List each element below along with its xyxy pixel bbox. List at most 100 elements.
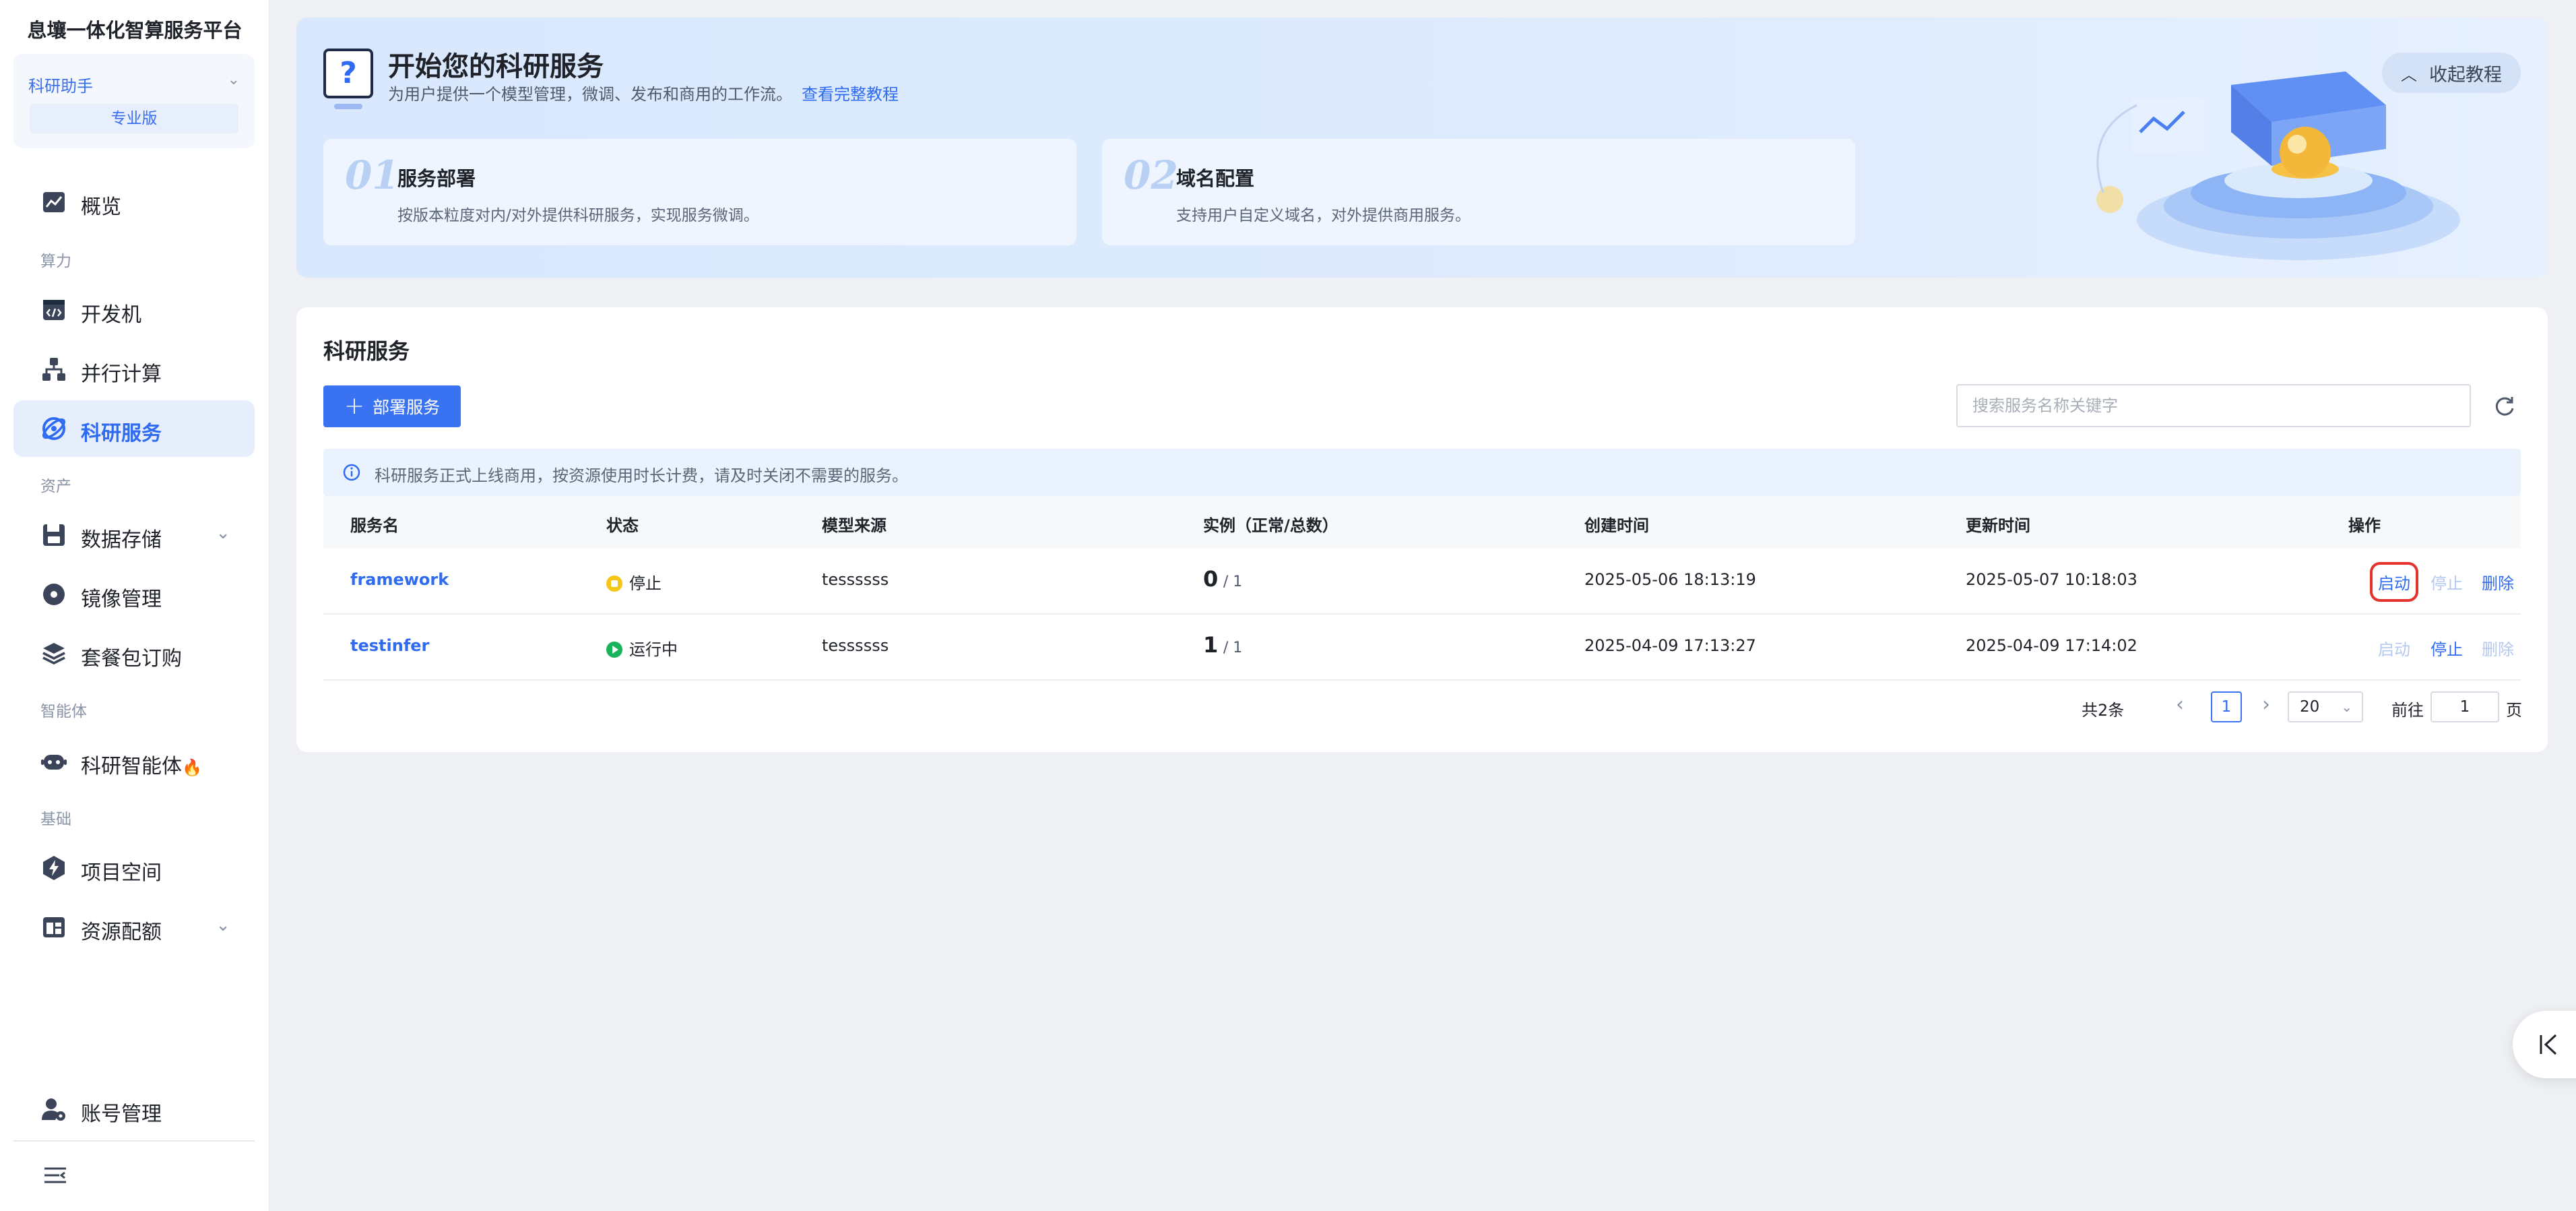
delete-button[interactable]: 删除 [2482,636,2514,660]
notice-text: 科研服务正式上线商用，按资源使用时长计费，请及时关闭不需要的服务。 [375,466,908,485]
assistant-name: 科研助手 [28,77,93,96]
prev-page-icon[interactable]: ‹ [2176,693,2184,716]
sidebar-item-research-service[interactable]: 科研服务 [13,400,255,457]
status-text: 运行中 [629,640,678,659]
quota-icon [43,917,65,937]
info-icon [343,464,360,481]
updated-time: 2025-04-09 17:14:02 [1966,636,2137,655]
start-button[interactable]: 启动 [2378,636,2410,660]
column-header: 服务名 [350,516,399,535]
sidebar-item-packages[interactable]: 套餐包订购 [13,625,255,682]
chevron-up-icon: ︿ [2401,65,2417,84]
model-source: tessssss [822,636,889,655]
floating-collapse-button[interactable] [2513,1011,2576,1078]
step-card-deploy: 01 服务部署 按版本粒度对内/对外提供科研服务，实现服务微调。 [323,139,1076,245]
sidebar-item-storage[interactable]: 数据存储 ⌄ [13,507,255,563]
sidebar-item-account[interactable]: 账号管理 [13,1081,255,1138]
goto-page-input[interactable] [2430,691,2499,722]
instance-count: 0 / 1 [1203,566,1242,592]
sidebar-item-label: 镜像管理 [81,588,162,611]
sidebar-item-label: 资源配额 [81,921,162,944]
collapse-menu-icon[interactable] [42,1162,69,1189]
sidebar-item-agent[interactable]: 科研智能体🔥 [13,733,255,790]
assistant-selector[interactable]: 科研助手 ⌄ 专业版 [13,54,255,148]
deploy-service-label: 部署服务 [373,398,441,417]
research-services-panel: 科研服务 + 部署服务 科研服务正式上线商用，按资源使用时长计费，请及时关闭不需… [296,307,2548,752]
page-size-select[interactable]: 20 ⌄ [2288,691,2363,722]
tutorial-banner: ? 开始您的科研服务 为用户提供一个模型管理，微调、发布和商用的工作流。 查看完整… [296,18,2548,278]
banner-title: 开始您的科研服务 [388,51,604,82]
sidebar-item-label: 开发机 [81,303,141,327]
column-header: 模型来源 [822,516,887,535]
step-number: 02 [1124,152,1178,198]
step-card-domain: 02 域名配置 支持用户自定义域名，对外提供商用服务。 [1102,139,1855,245]
search-input[interactable] [1956,384,2471,427]
goto-prefix: 前往 [2391,701,2424,720]
billing-notice: 科研服务正式上线商用，按资源使用时长计费，请及时关闭不需要的服务。 [323,449,2521,496]
created-time: 2025-05-06 18:13:19 [1584,570,1756,589]
chevron-down-icon: ⌄ [216,523,230,543]
next-page-icon[interactable]: › [2262,693,2270,716]
sidebar-item-label: 概览 [81,195,121,219]
sidebar-divider [13,1140,255,1142]
column-header: 创建时间 [1584,516,1649,535]
refresh-icon[interactable] [2491,392,2518,419]
stop-button[interactable]: 停止 [2430,570,2463,594]
collapse-tutorial-button[interactable]: ︿ 收起教程 [2382,53,2521,93]
sidebar-item-images[interactable]: 镜像管理 [13,566,255,623]
instance-total: / 1 [1223,640,1243,656]
hierarchy-icon [42,358,65,381]
instance-normal: 0 [1203,566,1219,592]
model-source: tessssss [822,570,889,589]
full-tutorial-link[interactable]: 查看完整教程 [802,85,899,104]
stop-button[interactable]: 停止 [2430,636,2463,660]
column-header: 更新时间 [1966,516,2030,535]
disc-icon [43,584,65,605]
sidebar-item-label: 套餐包订购 [81,647,182,671]
robot-icon [41,755,67,770]
table-row: testinfer 运行中 tessssss 1 / 1 2025-04-09 … [323,615,2521,681]
step-number: 01 [345,152,399,198]
step-description: 按版本粒度对内/对外提供科研服务，实现服务微调。 [397,207,759,224]
status-badge: 运行中 [606,636,678,660]
service-name-link[interactable]: framework [350,570,449,589]
start-button[interactable]: 启动 [2370,562,2418,602]
pagination-total: 共2条 [2082,701,2125,720]
chevron-down-icon: ⌄ [216,915,230,935]
sidebar-item-overview[interactable]: 概览 [13,174,255,230]
page-size-value: 20 [2300,698,2320,716]
deploy-service-button[interactable]: + 部署服务 [323,385,461,427]
layers-icon [42,643,65,664]
sidebar: 息壤一体化智算服务平台 科研助手 ⌄ 专业版 概览 算力 开发机 并行计算 科研… [0,0,269,1211]
sidebar-item-label: 数据存储 [81,528,162,552]
instance-count: 1 / 1 [1203,632,1242,658]
column-header: 操作 [2348,516,2381,535]
sidebar-item-parallel[interactable]: 并行计算 [13,341,255,398]
chevron-down-icon: ⌄ [227,71,240,88]
agent-label-text: 科研智能体 [81,755,182,778]
banner-subtitle-text: 为用户提供一个模型管理，微调、发布和商用的工作流。 [388,85,792,104]
sidebar-item-project-space[interactable]: 项目空间 [13,840,255,896]
fire-icon: 🔥 [182,758,202,777]
question-icon-shadow [334,104,362,109]
delete-button[interactable]: 删除 [2482,570,2514,594]
sidebar-item-quota[interactable]: 资源配额 ⌄ [13,899,255,956]
instance-normal: 1 [1203,632,1219,658]
section-agents: 智能体 [40,703,87,720]
code-window-icon [43,300,65,320]
floppy-disk-icon [43,524,65,546]
sidebar-item-label: 科研服务 [81,422,162,445]
column-header: 状态 [606,516,639,535]
section-basic: 基础 [40,811,71,828]
sidebar-item-label: 账号管理 [81,1103,162,1126]
table-header: 服务名 状态 模型来源 实例（正常/总数） 创建时间 更新时间 操作 [323,496,2521,549]
service-name-link[interactable]: testinfer [350,636,429,655]
created-time: 2025-04-09 17:13:27 [1584,636,1756,655]
running-status-icon [606,642,622,658]
page-number-button[interactable]: 1 [2211,691,2242,722]
sidebar-item-devmachine[interactable]: 开发机 [13,282,255,338]
page-title: 科研服务 [323,338,410,364]
status-text: 停止 [629,574,662,593]
banner-subtitle: 为用户提供一个模型管理，微调、发布和商用的工作流。 查看完整教程 [388,81,899,104]
question-icon: ? [323,49,373,98]
